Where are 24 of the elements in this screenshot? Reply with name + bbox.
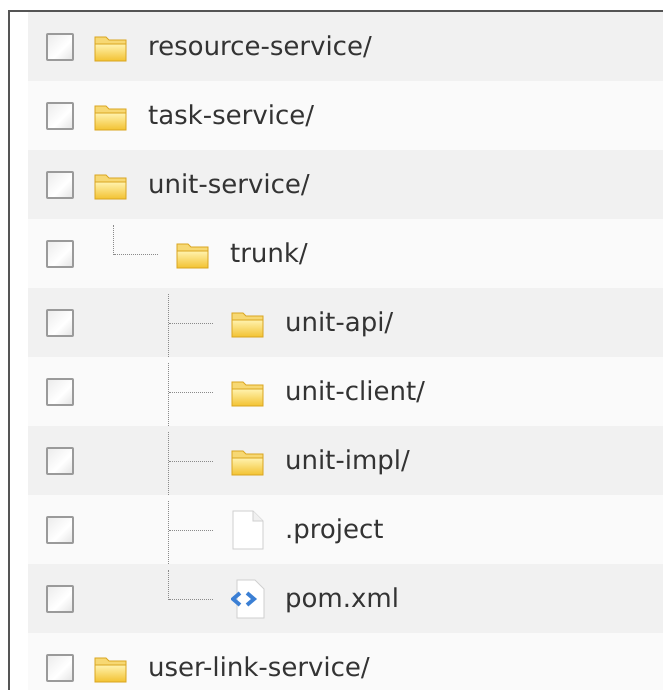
checkbox[interactable]	[46, 102, 74, 130]
checkbox[interactable]	[46, 170, 74, 198]
tree-connector	[168, 570, 213, 600]
file-icon	[231, 510, 265, 550]
checkbox[interactable]	[46, 584, 74, 612]
item-name[interactable]: unit-client/	[285, 376, 425, 406]
xml-file-icon	[231, 578, 265, 618]
item-name[interactable]: task-service/	[148, 100, 314, 130]
item-name[interactable]: unit-impl/	[285, 446, 410, 476]
item-name[interactable]: unit-api/	[285, 308, 394, 338]
checkbox[interactable]	[46, 240, 74, 268]
checkbox[interactable]	[46, 308, 74, 336]
item-name[interactable]: .project	[285, 514, 384, 544]
item-name[interactable]: pom.xml	[285, 584, 399, 614]
item-name[interactable]: user-link-service/	[148, 652, 370, 682]
checkbox[interactable]	[46, 32, 74, 60]
item-name[interactable]: trunk/	[230, 238, 308, 268]
item-name[interactable]: resource-service/	[148, 32, 372, 62]
tree-connector	[113, 225, 158, 255]
checkbox[interactable]	[46, 446, 74, 474]
checkbox[interactable]	[46, 516, 74, 544]
item-name[interactable]: unit-service/	[148, 170, 310, 200]
checkbox[interactable]	[46, 378, 74, 406]
checkbox[interactable]	[46, 654, 74, 682]
